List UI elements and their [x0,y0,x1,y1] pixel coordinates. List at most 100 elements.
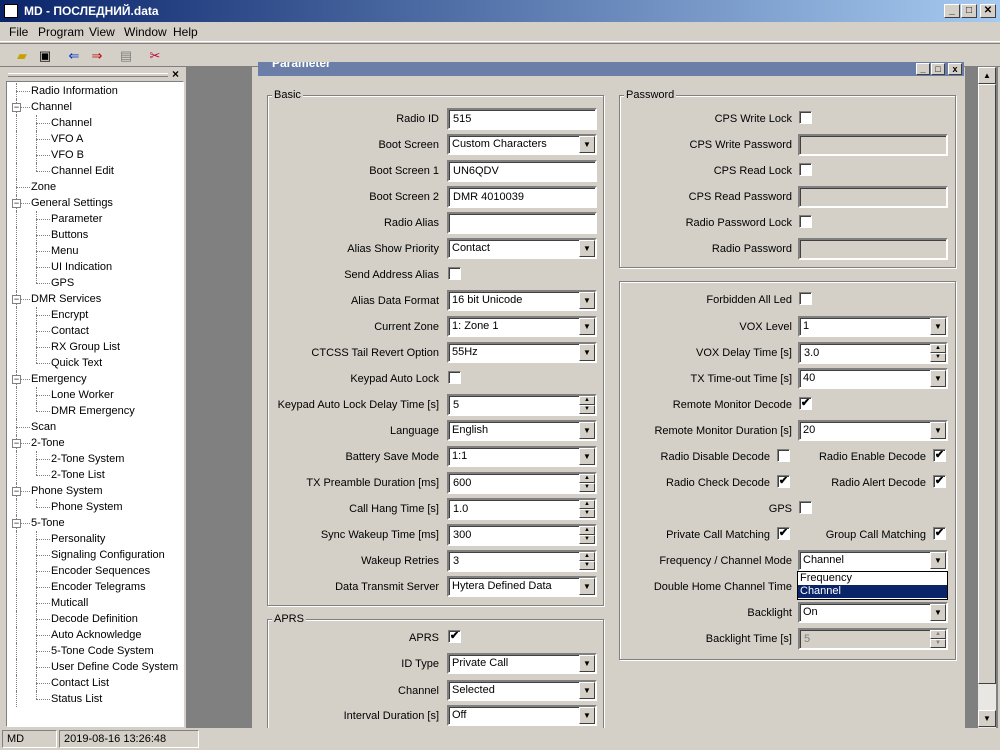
freq-channel-mode-combo[interactable]: Channel ▼ [798,550,948,571]
keypad-auto-lock-delay-time-s-spinner[interactable]: 5 ▲ ▼ [447,394,597,416]
backlight-dropdown-icon[interactable]: ▼ [930,604,946,621]
tree-item-scan[interactable]: Scan [31,419,56,435]
cps-write-password-input[interactable] [798,134,948,156]
tree-item-buttons[interactable]: Buttons [51,227,88,243]
open-icon[interactable]: ▰ [13,47,31,65]
freq-channel-mode-dropdown-icon[interactable]: ▼ [930,552,946,569]
gps-checkbox[interactable] [799,501,812,514]
language-combo[interactable]: English ▼ [447,420,597,441]
tree-item-parameter[interactable]: Parameter [51,211,102,227]
tree-item-channel[interactable]: Channel [51,115,92,131]
expand-collapse-icon[interactable]: − [12,295,21,304]
cut-icon[interactable]: ✂ [146,47,164,65]
tree-item-channel-edit[interactable]: Channel Edit [51,163,114,179]
keypad-auto-lock-delay-time-s-up-icon[interactable]: ▲ [579,396,595,405]
boot-screen-2-input[interactable]: DMR 4010039 [447,186,597,208]
ctcss-tail-revert-option-dropdown-icon[interactable]: ▼ [579,344,595,361]
alias-show-priority-combo[interactable]: Contact ▼ [447,238,597,259]
scroll-up-icon[interactable]: ▲ [978,67,996,84]
boot-screen-1-input[interactable]: UN6QDV [447,160,597,182]
cps-write-lock-checkbox[interactable] [799,111,812,124]
aprs-interval-duration-s-dropdown-icon[interactable]: ▼ [579,707,595,724]
tree-item-emergency[interactable]: Emergency [31,371,87,387]
remote-monitor-decode-checkbox[interactable]: ✔ [799,397,812,410]
vox-level-combo[interactable]: 1 ▼ [798,316,948,337]
group-call-matching-checkbox[interactable]: ✔ [933,527,946,540]
tree-item-zone[interactable]: Zone [31,179,56,195]
tree-item-decode-definition[interactable]: Decode Definition [51,611,138,627]
wakeup-retries-up-icon[interactable]: ▲ [579,552,595,561]
boot-screen-combo[interactable]: Custom Characters ▼ [447,134,597,155]
data-transmit-server-combo[interactable]: Hytera Defined Data ▼ [447,576,597,597]
tree-item-vfo-a[interactable]: VFO A [51,131,83,147]
vox-delay-spinner[interactable]: 3.0 ▲ ▼ [798,342,948,364]
radio-alert-decode-checkbox[interactable]: ✔ [933,475,946,488]
send-address-alias-checkbox[interactable] [448,267,461,280]
expand-collapse-icon[interactable]: − [12,519,21,528]
maximize-button[interactable]: □ [961,4,977,18]
menu-view[interactable]: View [89,25,115,39]
tree-item-2-tone-list[interactable]: 2-Tone List [51,467,105,483]
backlight-time-spinner[interactable]: 5 ▲ ▼ [798,628,948,650]
option-frequency[interactable]: Frequency [798,572,947,585]
tree-item-quick-text[interactable]: Quick Text [51,355,102,371]
battery-save-mode-combo[interactable]: 1:1 ▼ [447,446,597,467]
expand-collapse-icon[interactable]: − [12,487,21,496]
radio-enable-decode-checkbox[interactable]: ✔ [933,449,946,462]
backlight-combo[interactable]: On ▼ [798,602,948,623]
pane-close-icon[interactable]: × [172,67,179,81]
save-icon[interactable]: ▣ [36,47,54,65]
pane-grip[interactable] [8,73,168,77]
wakeup-retries-down-icon[interactable]: ▼ [579,561,595,570]
language-dropdown-icon[interactable]: ▼ [579,422,595,439]
option-channel[interactable]: Channel [798,585,947,598]
menu-program[interactable]: Program [38,25,84,39]
tree-item-2-tone-system[interactable]: 2-Tone System [51,451,124,467]
expand-collapse-icon[interactable]: − [12,199,21,208]
tree-item-contact[interactable]: Contact [51,323,89,339]
tree-item-phone-system[interactable]: Phone System [51,499,123,515]
battery-save-mode-dropdown-icon[interactable]: ▼ [579,448,595,465]
aprs-channel-dropdown-icon[interactable]: ▼ [579,682,595,699]
aprs-id-type-dropdown-icon[interactable]: ▼ [579,655,595,672]
child-close-button[interactable]: x [948,63,962,75]
tree-item-encrypt[interactable]: Encrypt [51,307,88,323]
call-hang-time-s-down-icon[interactable]: ▼ [579,509,595,518]
tx-timeout-combo[interactable]: 40 ▼ [798,368,948,389]
sync-wakeup-time-ms-up-icon[interactable]: ▲ [579,526,595,535]
radio-disable-decode-checkbox[interactable] [777,449,790,462]
tree-item-2-tone[interactable]: 2-Tone [31,435,65,451]
child-restore-button[interactable]: □ [931,63,945,75]
tree-item-phone-system[interactable]: Phone System [31,483,103,499]
sync-wakeup-time-ms-spinner[interactable]: 300 ▲ ▼ [447,524,597,546]
tx-preamble-duration-ms-spinner[interactable]: 600 ▲ ▼ [447,472,597,494]
tree-item-5-tone[interactable]: 5-Tone [31,515,65,531]
expand-collapse-icon[interactable]: − [12,439,21,448]
tree-item-encoder-telegrams[interactable]: Encoder Telegrams [51,579,146,595]
vertical-scrollbar[interactable]: ▲ ▼ [978,67,996,728]
remote-monitor-duration-dropdown-icon[interactable]: ▼ [930,422,946,439]
aprs-aprs-checkbox[interactable]: ✔ [448,630,461,643]
tx-timeout-dropdown-icon[interactable]: ▼ [930,370,946,387]
expand-collapse-icon[interactable]: − [12,103,21,112]
keypad-auto-lock-checkbox[interactable] [448,371,461,384]
scroll-thumb[interactable] [978,84,996,684]
private-call-matching-checkbox[interactable]: ✔ [777,527,790,540]
tree-item-encoder-sequences[interactable]: Encoder Sequences [51,563,150,579]
menu-help[interactable]: Help [173,25,198,39]
scroll-down-icon[interactable]: ▼ [978,710,996,727]
write-radio-icon[interactable]: ⇒ [88,47,106,65]
radio-alias-input[interactable] [447,212,597,234]
radio-id-input[interactable]: 515 [447,108,597,130]
tree-item-5-tone-code-system[interactable]: 5-Tone Code System [51,643,154,659]
backlight-time-down-icon[interactable]: ▼ [930,639,946,648]
alias-show-priority-dropdown-icon[interactable]: ▼ [579,240,595,257]
tree-item-signaling-configuration[interactable]: Signaling Configuration [51,547,165,563]
ctcss-tail-revert-option-combo[interactable]: 55Hz ▼ [447,342,597,363]
vox-delay-up-icon[interactable]: ▲ [930,344,946,353]
aprs-channel-combo[interactable]: Selected ▼ [447,680,597,701]
tree-item-menu[interactable]: Menu [51,243,79,259]
data-transmit-server-dropdown-icon[interactable]: ▼ [579,578,595,595]
sync-wakeup-time-ms-down-icon[interactable]: ▼ [579,535,595,544]
tree-item-status-list[interactable]: Status List [51,691,102,707]
